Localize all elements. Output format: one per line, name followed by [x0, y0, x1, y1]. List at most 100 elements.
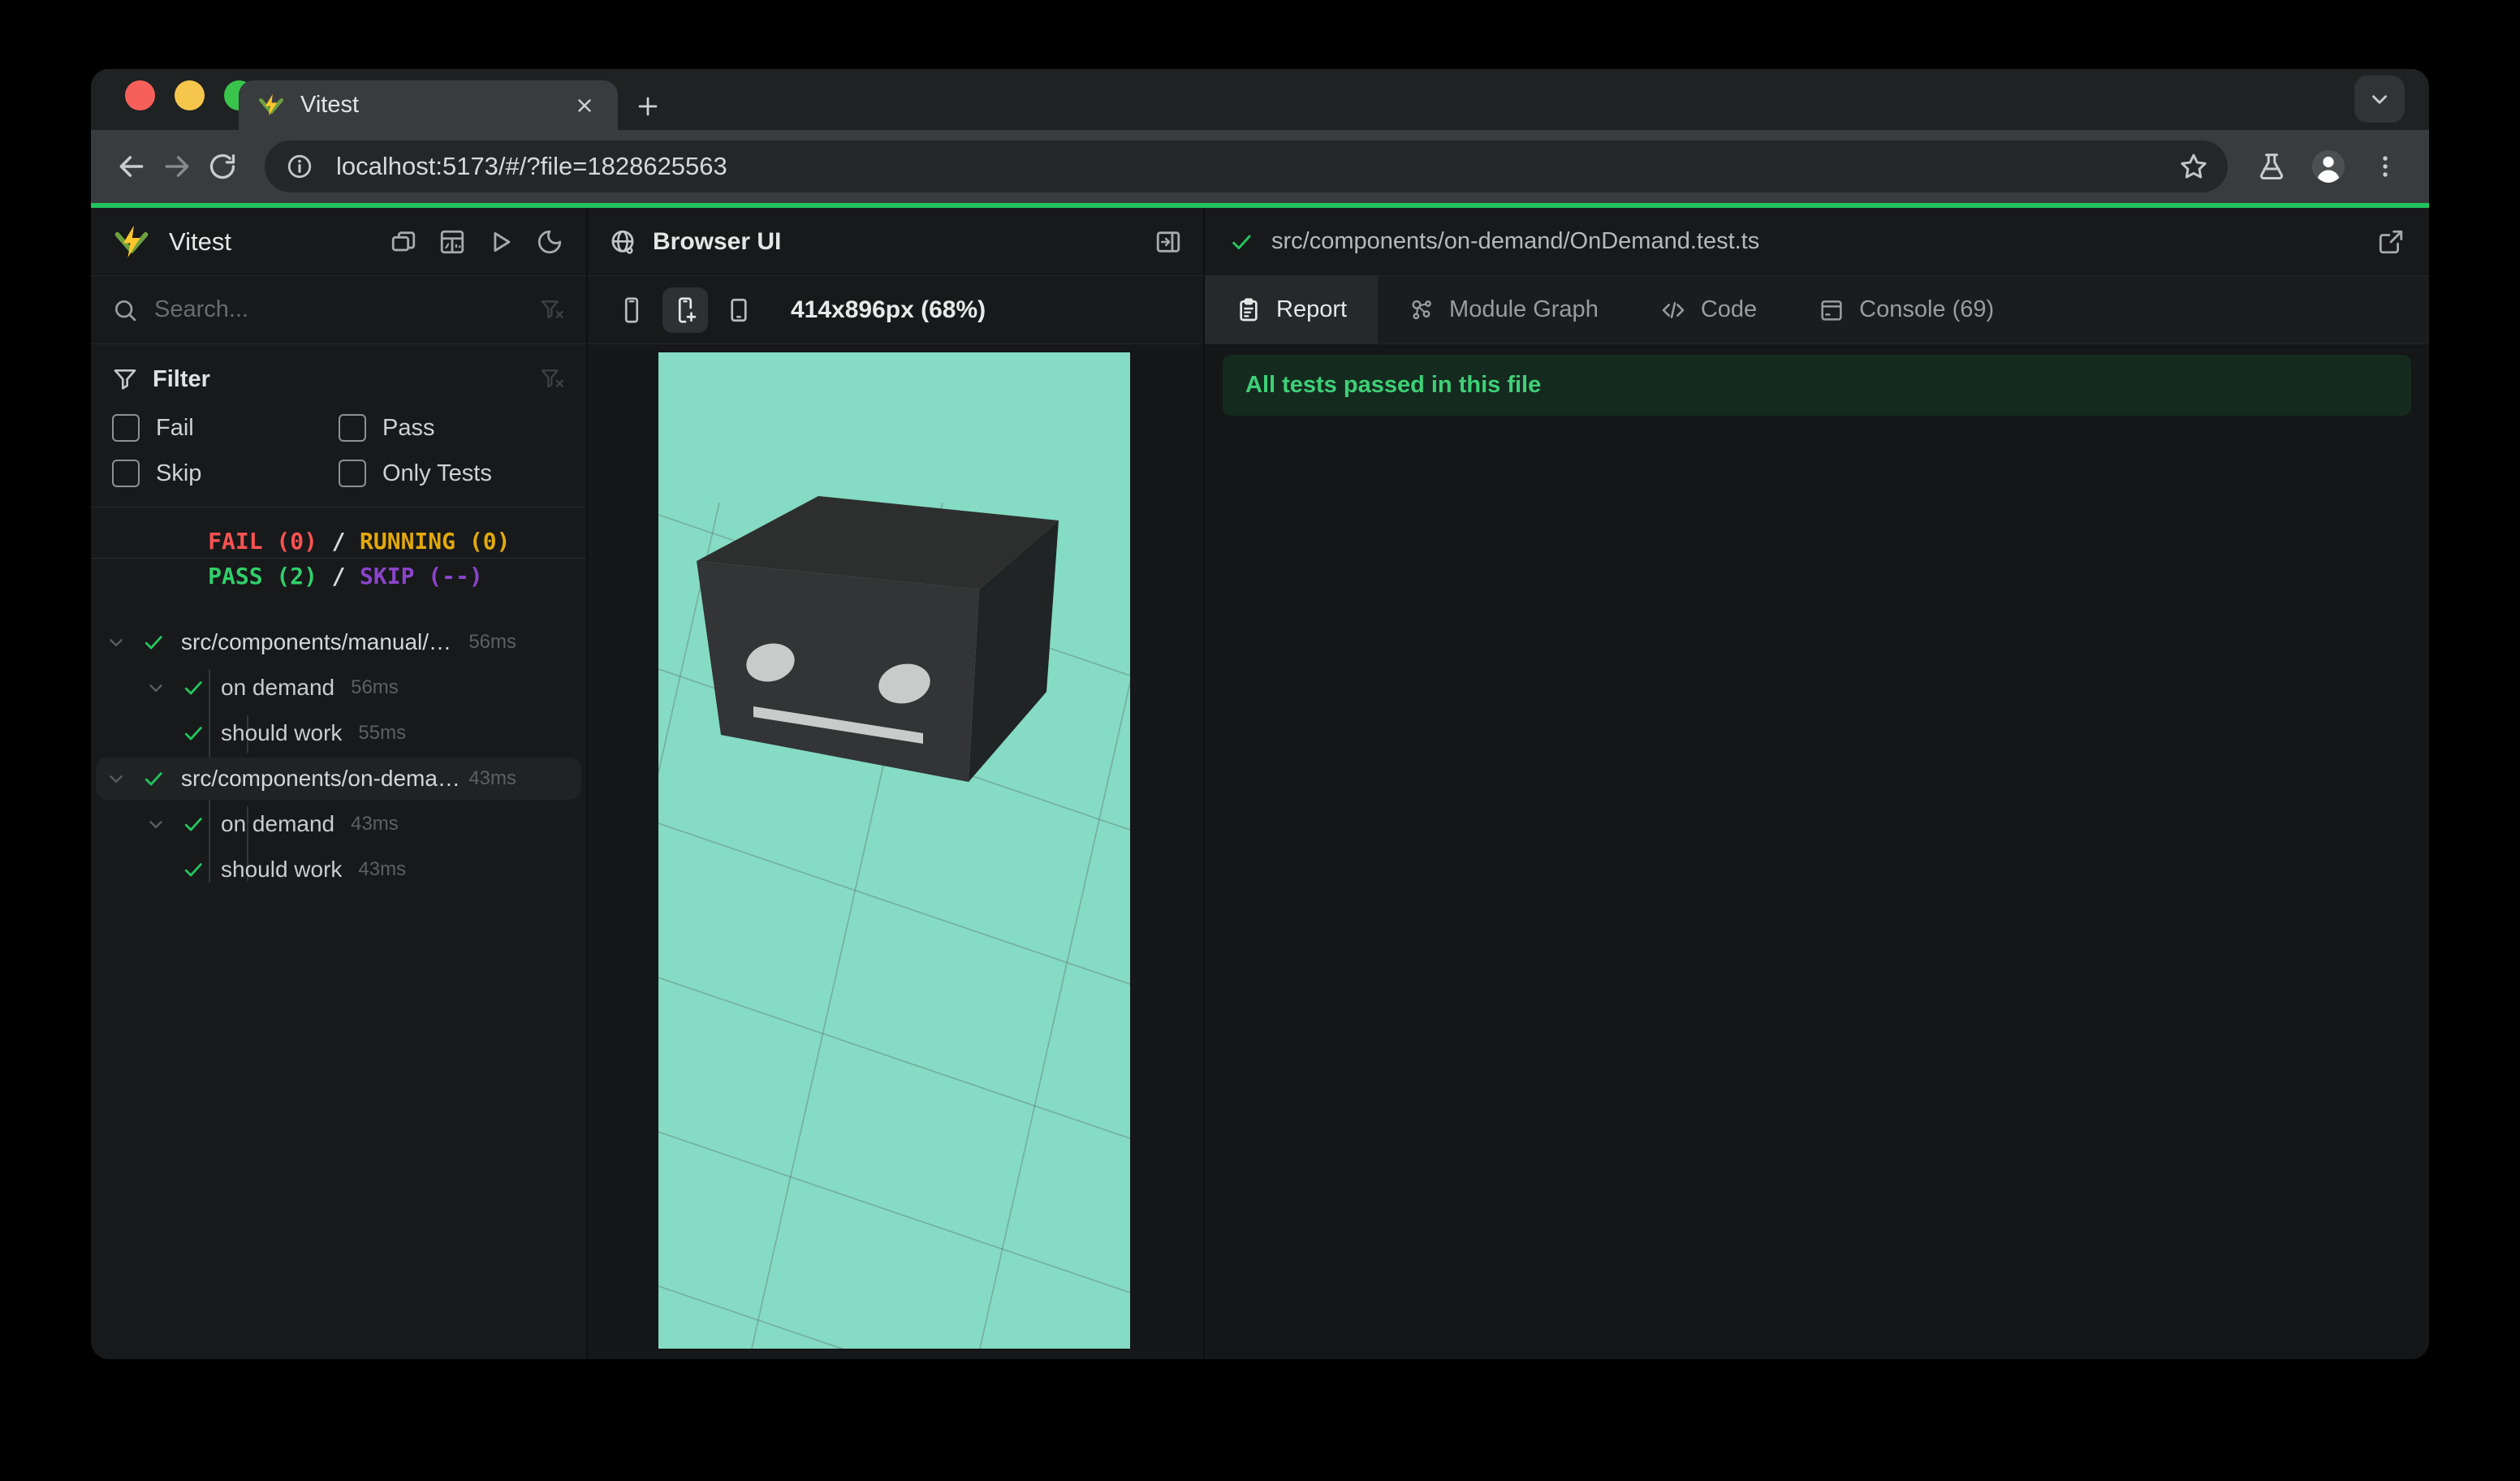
clear-filters-icon[interactable]	[539, 366, 565, 392]
check-icon	[141, 767, 166, 790]
tree-item-time: 43ms	[351, 813, 399, 835]
checkbox[interactable]	[339, 414, 366, 442]
chevron-down-icon[interactable]	[144, 814, 168, 835]
app-content: Vitest Search... Filter Fail Pass Skip O…	[91, 208, 2429, 1359]
filter-section: Filter Fail Pass Skip Only Tests	[91, 344, 586, 507]
open-external-icon[interactable]	[2377, 228, 2405, 256]
new-tab-button[interactable]	[628, 87, 667, 126]
tree-item-time: 56ms	[351, 676, 399, 698]
clear-search-filter-icon[interactable]	[539, 297, 565, 323]
tab-code[interactable]: Code	[1629, 276, 1788, 343]
test-file-path: src/components/on-demand/OnDemand.test.t…	[1271, 228, 1760, 254]
sidebar-header: Vitest	[91, 208, 586, 276]
tree-item-time: 56ms	[468, 631, 516, 653]
test-viewport[interactable]	[658, 352, 1130, 1349]
tab-console[interactable]: Console (69)	[1788, 276, 2025, 343]
viewport-size-label[interactable]: 414x896px (68%)	[791, 296, 986, 324]
pass-count: PASS (2)	[208, 563, 317, 589]
minimize-window-button[interactable]	[175, 80, 205, 110]
module-graph-icon	[1409, 297, 1435, 323]
globe-icon	[609, 228, 636, 256]
address-bar[interactable]: localhost:5173/#/?file=1828625563	[265, 140, 2228, 192]
tree-item-time: 43ms	[358, 858, 407, 880]
tree-row-file-selected[interactable]: src/components/on-dema… 43ms	[91, 756, 586, 801]
tab-title: Vitest	[300, 92, 360, 118]
tab-report[interactable]: Report	[1205, 276, 1379, 343]
robot-head-cube	[697, 496, 1059, 782]
checkbox[interactable]	[339, 460, 366, 487]
tree-item-time: 55ms	[358, 722, 407, 744]
all-tests-passed-banner: All tests passed in this file	[1223, 355, 2411, 416]
code-icon	[1660, 297, 1686, 323]
filter-title: Filter	[153, 365, 210, 392]
device-phone-small-icon[interactable]	[609, 287, 654, 333]
device-toolbar: 414x896px (68%)	[588, 276, 1203, 344]
device-phone-dash-icon[interactable]	[716, 287, 762, 333]
vitest-favicon-icon	[258, 93, 284, 119]
filter-funnel-icon	[112, 366, 138, 392]
chevron-down-icon[interactable]	[144, 677, 168, 698]
reload-button[interactable]	[200, 144, 245, 189]
tree-item-label: on demand	[221, 675, 335, 700]
checkbox[interactable]	[112, 460, 140, 487]
report-tabs: Report Module Graph Code Console (69)	[1205, 276, 2429, 344]
close-window-button[interactable]	[125, 80, 155, 110]
vitest-logo-icon	[112, 224, 151, 260]
threejs-scene	[658, 352, 1130, 1349]
tree-row-file[interactable]: src/components/manual/… 56ms	[91, 620, 586, 665]
device-phone-plus-icon[interactable]	[662, 287, 708, 333]
tab-close-icon[interactable]	[571, 92, 598, 119]
check-icon	[141, 631, 166, 654]
tree-row-test[interactable]: should work 43ms	[91, 847, 586, 892]
chrome-labs-flask-icon[interactable]	[2249, 144, 2294, 189]
collapse-panels-icon[interactable]	[388, 227, 419, 257]
filter-option-skip[interactable]: Skip	[112, 460, 339, 487]
check-icon	[181, 676, 205, 699]
browser-window: Vitest localhost:5173/#/?file=1828625563	[91, 69, 2429, 1359]
dark-mode-moon-icon[interactable]	[534, 227, 565, 257]
chevron-down-icon[interactable]	[104, 632, 128, 653]
check-icon	[181, 722, 205, 745]
tab-search-button[interactable]	[2354, 76, 2405, 123]
browser-menu-icon[interactable]	[2362, 144, 2408, 189]
preview-title: Browser UI	[653, 227, 782, 255]
url-text[interactable]: localhost:5173/#/?file=1828625563	[336, 152, 2179, 181]
window-controls	[125, 80, 254, 110]
dashboard-icon[interactable]	[437, 227, 468, 257]
chevron-down-icon[interactable]	[104, 768, 128, 789]
tab-module-graph[interactable]: Module Graph	[1378, 276, 1629, 343]
test-tree: src/components/manual/… 56ms on demand 5…	[91, 610, 586, 1359]
search-icon	[112, 297, 138, 323]
dock-panel-icon[interactable]	[1154, 228, 1182, 256]
run-all-icon[interactable]	[485, 227, 516, 257]
titlebar: Vitest	[91, 69, 2429, 130]
check-icon	[181, 813, 205, 835]
site-info-icon[interactable]	[281, 148, 318, 185]
check-icon	[1229, 230, 1254, 254]
preview-header: Browser UI	[588, 208, 1203, 276]
search-input[interactable]	[153, 296, 524, 324]
tree-row-test[interactable]: should work 55ms	[91, 710, 586, 756]
browser-tab[interactable]: Vitest	[239, 80, 618, 130]
bookmark-star-icon[interactable]	[2179, 152, 2208, 181]
check-icon	[181, 858, 205, 881]
report-panel: src/components/on-demand/OnDemand.test.t…	[1205, 208, 2429, 1359]
tree-item-label: src/components/manual/…	[181, 629, 452, 654]
filter-option-only-tests[interactable]: Only Tests	[339, 460, 565, 487]
fail-count: FAIL (0)	[208, 528, 317, 555]
clipboard-icon	[1236, 297, 1262, 323]
forward-button[interactable]	[154, 144, 200, 189]
back-button[interactable]	[109, 144, 154, 189]
tree-row-suite[interactable]: on demand 43ms	[91, 801, 586, 847]
report-content: All tests passed in this file	[1205, 344, 2429, 1359]
filter-option-fail[interactable]: Fail	[112, 414, 339, 442]
tree-row-suite[interactable]: on demand 56ms	[91, 665, 586, 710]
browser-toolbar: localhost:5173/#/?file=1828625563	[91, 130, 2429, 203]
app-title: Vitest	[169, 227, 231, 256]
profile-avatar[interactable]	[2306, 144, 2351, 189]
running-count: RUNNING (0)	[360, 528, 511, 555]
filter-option-pass[interactable]: Pass	[339, 414, 565, 442]
console-icon	[1819, 297, 1845, 323]
test-status-summary: FAIL (0) / RUNNING (0) PASS (2) / SKIP (…	[91, 507, 586, 610]
checkbox[interactable]	[112, 414, 140, 442]
